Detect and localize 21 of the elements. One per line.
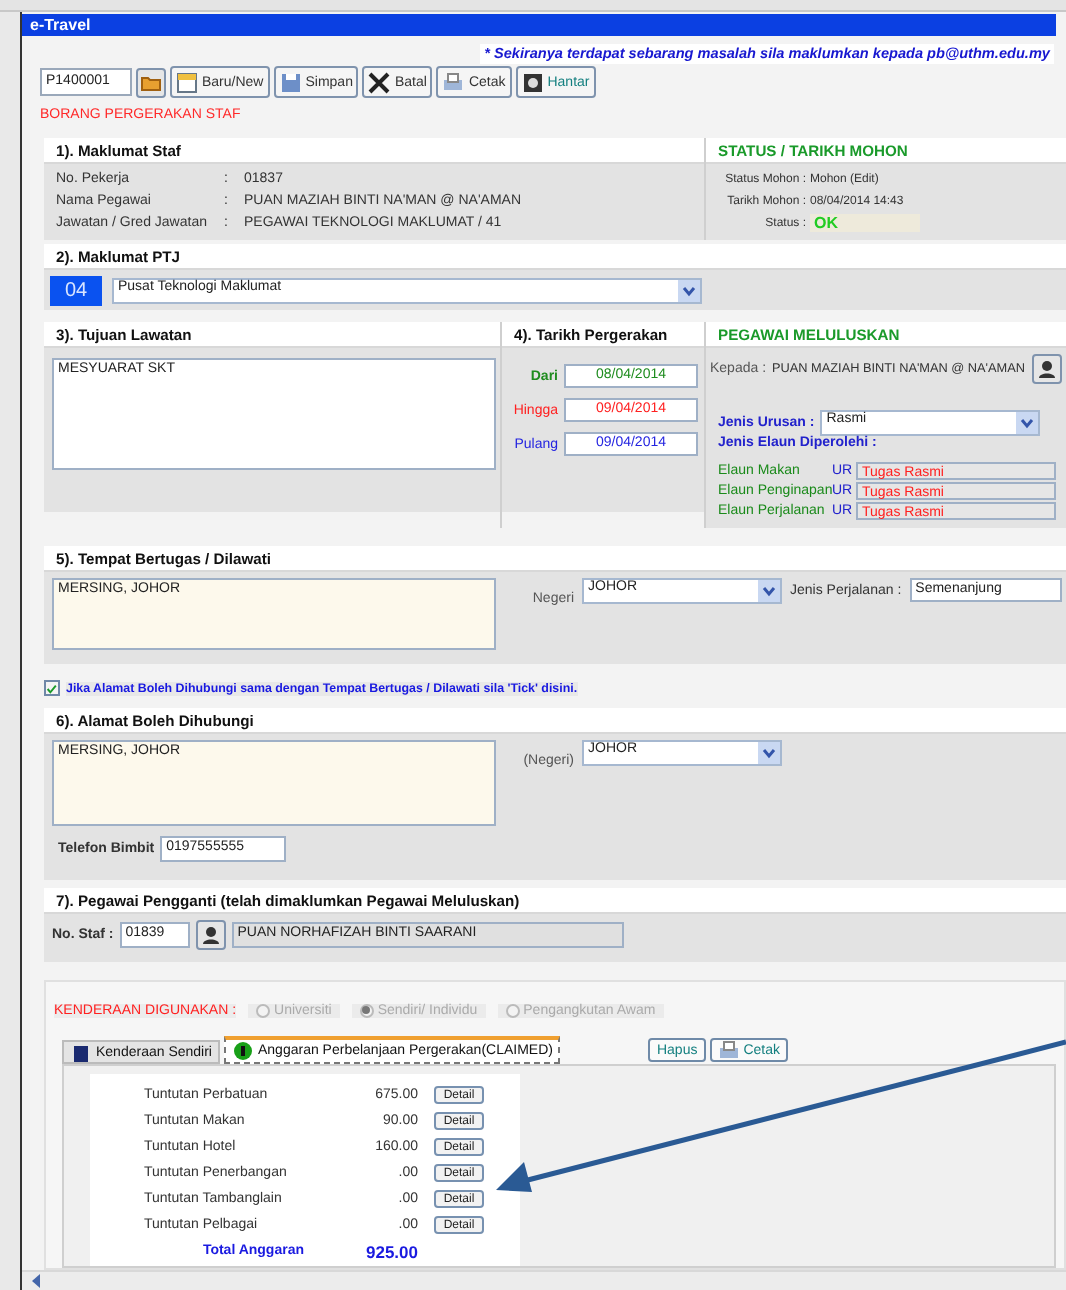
total-amount: 925.00 xyxy=(364,1241,418,1261)
new-document-icon xyxy=(176,71,198,93)
folder-icon xyxy=(140,71,162,93)
open-folder-button[interactable] xyxy=(136,67,166,97)
printer-icon xyxy=(442,71,465,93)
horizontal-scrollbar[interactable] xyxy=(22,1270,1066,1290)
person-icon xyxy=(199,924,222,946)
dropdown-caret-icon xyxy=(1016,411,1039,433)
dropdown-caret-icon xyxy=(758,742,780,764)
person-icon xyxy=(1035,357,1057,379)
ptj-code: 04 xyxy=(50,275,102,305)
status-badge: OK xyxy=(810,214,920,232)
checkbox[interactable] xyxy=(44,680,60,696)
radio-dot-icon xyxy=(362,1006,371,1014)
window-title: e-Travel xyxy=(22,14,1056,36)
staff-lookup-button[interactable] xyxy=(195,920,226,950)
staff-lookup-button[interactable] xyxy=(1031,353,1061,383)
dropdown-caret-icon xyxy=(678,279,700,301)
dropdown-caret-icon xyxy=(758,580,780,602)
printer-icon xyxy=(717,1039,740,1061)
cross-icon xyxy=(368,71,391,93)
